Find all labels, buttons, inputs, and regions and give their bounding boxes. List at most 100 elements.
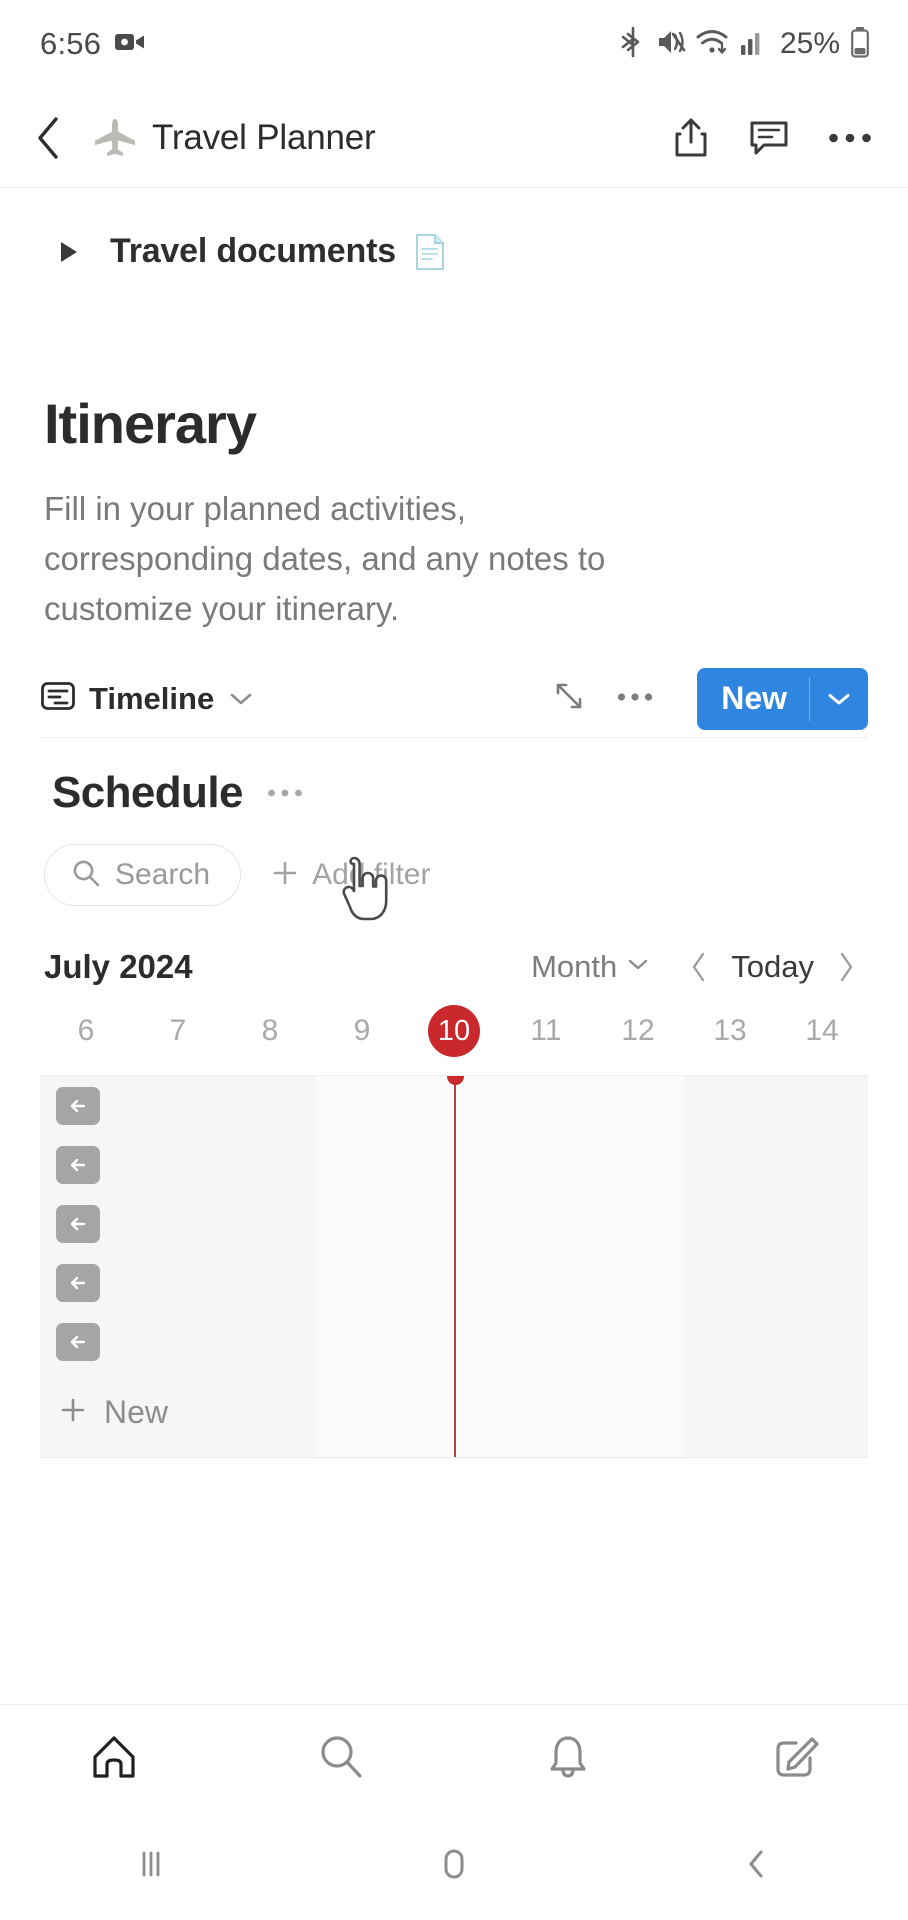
toggle-triangle-icon[interactable]: [56, 238, 90, 266]
page-title: Travel Planner: [152, 117, 376, 157]
battery-icon: [850, 26, 870, 63]
chevron-down-icon[interactable]: [627, 957, 649, 977]
app-root: 6:56 25% Travel Planner Travel documents…: [0, 0, 908, 1920]
expand-diagonal-icon[interactable]: [553, 680, 585, 717]
android-home-button[interactable]: [303, 1842, 606, 1886]
itinerary-heading: Itinerary: [44, 392, 257, 455]
back-button[interactable]: [22, 111, 76, 165]
more-options-icon[interactable]: [828, 131, 872, 145]
screen-record-icon: [115, 30, 145, 59]
compose-icon: [775, 1736, 819, 1777]
search-icon: [320, 1735, 362, 1778]
timeline-day-label: 10: [428, 1005, 480, 1058]
status-bar-left: 6:56: [40, 26, 145, 62]
arrow-left-icon[interactable]: [56, 1322, 100, 1361]
search-input[interactable]: Search: [44, 844, 242, 907]
timeline-month-label: July 2024: [44, 948, 193, 986]
recents-icon: [142, 1851, 160, 1877]
search-placeholder: Search: [115, 858, 211, 892]
timeline-day-today[interactable]: 10: [408, 1005, 500, 1075]
bottom-nav-home[interactable]: [0, 1731, 227, 1783]
database-title[interactable]: Schedule: [52, 768, 243, 818]
home-icon: [92, 1735, 135, 1778]
database-view-toolbar: Timeline New: [40, 664, 868, 739]
timeline-day-label: 14: [805, 1014, 839, 1048]
timeline-day-label: 12: [621, 1014, 655, 1048]
arrow-left-icon[interactable]: [56, 1145, 100, 1184]
timeline-day-label: 8: [261, 1014, 279, 1048]
timeline-new-row-label: New: [104, 1393, 169, 1430]
new-record-button-group[interactable]: New: [697, 667, 868, 730]
toggle-label: Travel documents: [110, 232, 396, 270]
app-header-actions: [672, 116, 872, 160]
android-status-bar: 6:56 25%: [0, 0, 908, 88]
view-name-label: Timeline: [89, 680, 215, 716]
plus-icon: [58, 1395, 88, 1430]
comment-icon[interactable]: [748, 117, 790, 159]
page-content: Travel documents Itinerary Fill in your …: [0, 188, 908, 1704]
search-and-filter-row: Search Add filter: [0, 818, 908, 921]
timeline-prev-button[interactable]: [677, 951, 721, 983]
timeline-day-label: 13: [713, 1014, 747, 1048]
back-chevron-icon: [749, 1850, 763, 1878]
bottom-nav-search[interactable]: [227, 1731, 454, 1783]
bottom-navigation: [0, 1704, 908, 1808]
timeline-day-label: 6: [77, 1014, 95, 1048]
app-header: Travel Planner: [0, 88, 908, 188]
home-pill-icon: [444, 1849, 464, 1879]
airplane-icon: [92, 115, 138, 161]
timeline-day[interactable]: 8: [224, 1014, 316, 1075]
timeline-day[interactable]: 13: [684, 1014, 776, 1075]
chevron-down-icon[interactable]: [229, 691, 253, 707]
arrow-left-icon[interactable]: [56, 1263, 100, 1302]
share-icon[interactable]: [672, 116, 710, 160]
timeline-day[interactable]: 6: [40, 1014, 132, 1075]
database-title-row: Schedule: [0, 738, 908, 818]
bottom-nav-inbox[interactable]: [454, 1731, 681, 1783]
timeline-scale-label: Month: [531, 949, 618, 985]
itinerary-description: Fill in your planned activities, corresp…: [44, 490, 606, 628]
database-more-options-icon[interactable]: [267, 787, 303, 799]
timeline-day-label: 11: [530, 1014, 562, 1048]
android-navigation-bar: [0, 1808, 908, 1920]
timeline-day[interactable]: 7: [132, 1014, 224, 1075]
timeline-today-button[interactable]: Today: [721, 949, 824, 985]
arrow-left-icon[interactable]: [56, 1086, 100, 1125]
timeline-grid[interactable]: New: [40, 1076, 868, 1459]
timeline-scale-selector[interactable]: Month: [531, 949, 649, 985]
cellular-signal-icon: [740, 27, 766, 62]
view-selector[interactable]: Timeline: [40, 678, 253, 719]
timeline-day-label: 7: [169, 1014, 187, 1048]
plus-icon: [271, 859, 299, 892]
timeline-day-header: 6 7 8 9 10 11 12 13 14: [40, 1005, 868, 1077]
vibrate-mute-icon: [656, 26, 686, 63]
timeline-day[interactable]: 11: [500, 1014, 592, 1075]
status-bar-right: 25%: [620, 26, 870, 63]
timeline-day[interactable]: 12: [592, 1014, 684, 1075]
search-icon: [71, 858, 101, 893]
battery-percent-label: 25%: [779, 27, 840, 60]
timeline-header: July 2024 Month Today: [0, 906, 908, 986]
new-record-button[interactable]: New: [697, 668, 809, 730]
bluetooth-icon: [620, 26, 646, 63]
timeline-day-label: 9: [353, 1014, 371, 1048]
timeline-nav: Month Today: [531, 949, 868, 985]
wifi-icon: [696, 27, 730, 62]
arrow-left-icon[interactable]: [56, 1204, 100, 1243]
timeline-next-button[interactable]: [824, 951, 868, 983]
timeline-view-icon: [40, 678, 76, 719]
new-record-dropdown-chevron-down-icon[interactable]: [810, 668, 868, 730]
view-toolbar-actions: New: [553, 667, 868, 730]
bell-icon: [549, 1735, 586, 1778]
status-bar-clock: 6:56: [40, 26, 102, 61]
add-filter-label: Add filter: [312, 858, 431, 892]
view-more-options-icon[interactable]: [617, 690, 653, 708]
bottom-nav-new-note[interactable]: [681, 1731, 908, 1783]
toggle-block-travel-documents[interactable]: Travel documents: [0, 188, 908, 271]
android-recents-button[interactable]: [0, 1844, 303, 1884]
timeline-today-marker: [447, 1076, 464, 1458]
timeline-day[interactable]: 9: [316, 1014, 408, 1075]
android-back-button[interactable]: [605, 1844, 908, 1884]
add-filter-button[interactable]: Add filter: [271, 858, 430, 892]
timeline-day[interactable]: 14: [776, 1014, 868, 1075]
